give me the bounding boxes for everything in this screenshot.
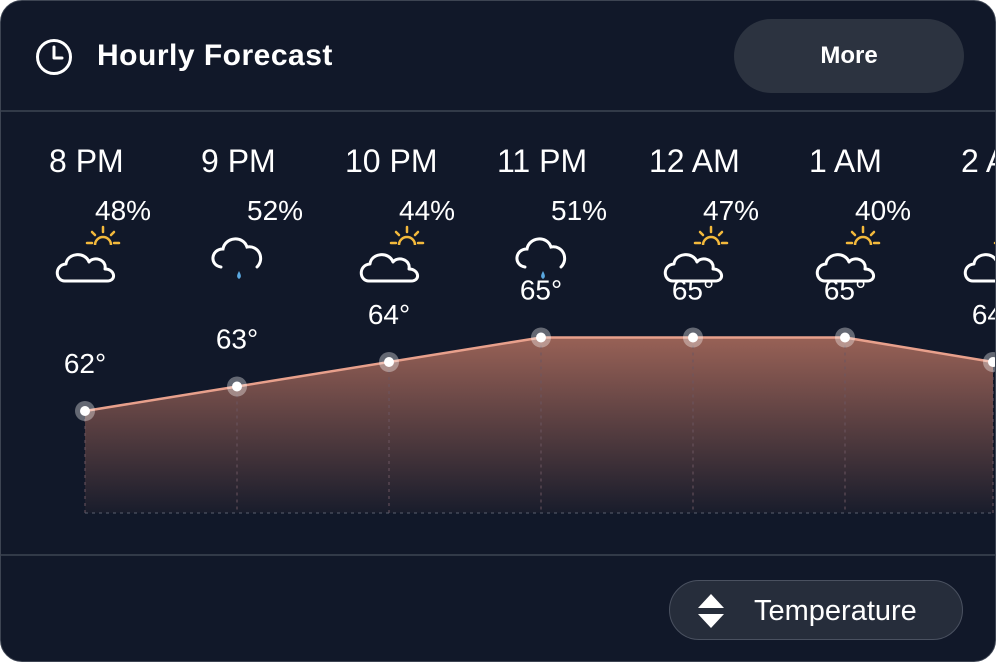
hour-time-label: 8 PM: [49, 143, 124, 179]
more-button[interactable]: More: [734, 19, 964, 93]
precip-chance: 52%: [247, 195, 304, 226]
temperature-label: 62°: [64, 348, 106, 379]
card-header: Hourly Forecast More: [1, 1, 995, 111]
header-divider: [1, 110, 995, 112]
partly-cloudy-sun-icon: [963, 241, 995, 283]
hour-time-label: 11 PM: [497, 143, 588, 179]
sort-toggle-icon: [698, 594, 724, 628]
precip-chance: 47%: [703, 195, 760, 226]
clock-icon: [36, 39, 72, 75]
card-footer: Temperature: [1, 556, 995, 661]
hour-time-label: 1 AM: [809, 143, 882, 179]
hour-time-label: 9 PM: [201, 143, 276, 179]
temperature-label: 64°: [368, 299, 410, 330]
card-title: Hourly Forecast: [97, 39, 333, 72]
temperature-point: [232, 381, 242, 392]
temperature-point: [384, 357, 394, 367]
metric-toggle-label: Temperature: [754, 595, 917, 627]
temperature-label: 64°: [972, 299, 995, 330]
hourly-strip[interactable]: 62°63°64°65°65°65°64° 8 PM48%9 PM52%10 P…: [1, 113, 995, 553]
temperature-point: [840, 332, 850, 343]
metric-toggle-button[interactable]: Temperature: [669, 580, 963, 640]
temperature-label: 63°: [216, 324, 258, 355]
partly-cloudy-sun-icon: [663, 225, 729, 283]
partly-cloudy-sun-icon: [359, 225, 425, 283]
precip-chance: 51%: [551, 195, 608, 226]
hour-time-label: 10 PM: [345, 143, 438, 179]
hourly-forecast-card: Hourly Forecast More 62° 63° 64° 65° 65° 65° 6…: [0, 0, 996, 662]
hour-time-label: 12 AM: [649, 143, 740, 179]
partly-cloudy-sun-icon: [55, 225, 121, 283]
hour-time-label: 2 AM: [961, 143, 995, 179]
rain-cloud-icon: [211, 237, 263, 279]
rain-cloud-icon: [515, 237, 567, 279]
precip-chance: 48%: [95, 195, 152, 226]
temperature-point: [80, 406, 90, 416]
precip-chance: 40%: [855, 195, 912, 226]
partly-cloudy-sun-icon: [815, 225, 881, 283]
temperature-point: [536, 332, 546, 343]
precip-chance: 44%: [399, 195, 456, 226]
temperature-area: [85, 337, 993, 513]
temperature-point: [688, 332, 698, 343]
